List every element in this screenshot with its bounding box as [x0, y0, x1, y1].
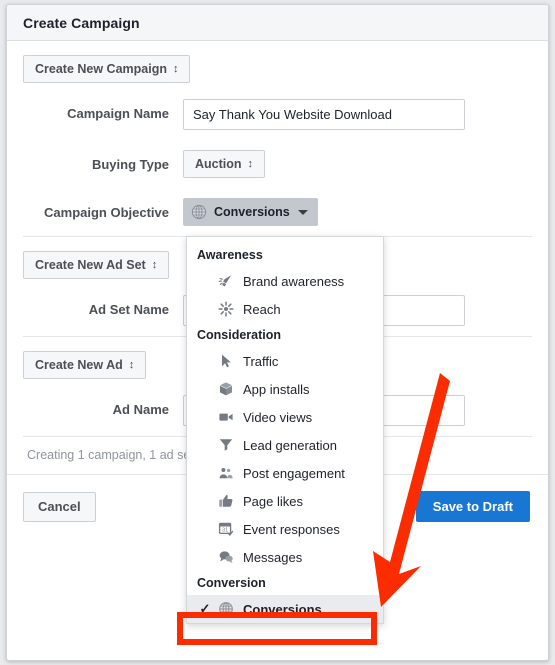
create-new-ad-set-label: Create New Ad Set	[35, 258, 146, 272]
campaign-name-input[interactable]	[183, 99, 465, 130]
create-new-campaign-selector[interactable]: Create New Campaign ↕	[23, 55, 191, 83]
menu-group-header: Conversion	[197, 576, 266, 590]
people-icon	[215, 465, 237, 481]
menu-item-label: Video views	[243, 409, 313, 425]
menu-item-post-engagement[interactable]: Post engagement	[187, 459, 383, 487]
thumbs-up-icon	[215, 493, 237, 509]
cursor-icon	[215, 353, 237, 369]
menu-group-header: Awareness	[197, 248, 263, 262]
updown-arrows-icon: ↕	[128, 358, 135, 371]
video-camera-icon	[215, 409, 237, 425]
menu-item-label: App installs	[243, 381, 310, 397]
globe-icon	[215, 601, 237, 617]
check-icon: ✓	[199, 601, 211, 616]
menu-item-event-responses[interactable]: 31 Event responses	[187, 515, 383, 543]
menu-item-video-views[interactable]: Video views	[187, 403, 383, 431]
campaign-name-row: Campaign Name	[7, 89, 548, 140]
create-new-ad-label: Create New Ad	[35, 358, 123, 372]
page-title: Create Campaign	[23, 14, 140, 31]
campaign-name-label: Campaign Name	[67, 106, 169, 121]
menu-item-label: Conversions	[243, 601, 322, 617]
menu-item-traffic[interactable]: Traffic	[187, 347, 383, 375]
globe-icon	[191, 204, 207, 220]
menu-item-label: Lead generation	[243, 437, 337, 453]
campaign-name-control	[183, 99, 532, 130]
buying-type-control: Auction ↕	[183, 150, 532, 178]
campaign-objective-label: Campaign Objective	[44, 205, 169, 220]
buying-type-label: Buying Type	[91, 157, 169, 172]
screenshot-root: Create Campaign Create New Campaign ↕ Ca…	[0, 0, 555, 665]
buying-type-selector[interactable]: Auction ↕	[183, 150, 266, 178]
create-new-ad-set-selector[interactable]: Create New Ad Set ↕	[23, 251, 170, 279]
buying-type-row: Buying Type Auction ↕	[7, 140, 548, 188]
menu-item-label: Traffic	[243, 353, 279, 369]
dialog-titlebar: Create Campaign	[7, 5, 548, 41]
campaign-section: Create New Campaign ↕ Campaign Name Buyi…	[7, 41, 548, 236]
menu-item-label: Brand awareness	[243, 273, 345, 289]
chevron-down-icon	[297, 209, 308, 215]
box-icon	[215, 381, 237, 397]
menu-item-label: Event responses	[243, 521, 340, 537]
campaign-objective-control: Conversions	[183, 198, 532, 226]
menu-item-label: Messages	[243, 549, 303, 565]
updown-arrows-icon: ↕	[172, 62, 179, 75]
create-new-campaign-label: Create New Campaign	[35, 62, 167, 76]
megaphone-icon	[215, 273, 237, 289]
menu-item-label: Page likes	[243, 493, 303, 509]
campaign-objective-dropdown-trigger[interactable]: Conversions	[183, 198, 318, 226]
menu-item-reach[interactable]: Reach	[187, 295, 383, 323]
menu-item-brand-awareness[interactable]: Brand awareness	[187, 267, 383, 295]
menu-item-label: Reach	[243, 301, 281, 317]
menu-item-page-likes[interactable]: Page likes	[187, 487, 383, 515]
menu-item-label: Post engagement	[243, 465, 345, 481]
burst-icon	[215, 301, 237, 317]
create-new-ad-selector[interactable]: Create New Ad ↕	[23, 351, 147, 379]
campaign-objective-row: Campaign Objective Conversions	[7, 188, 548, 236]
campaign-selector-row: Create New Campaign ↕	[7, 41, 548, 89]
funnel-icon	[215, 437, 237, 453]
cancel-button[interactable]: Cancel	[23, 491, 96, 522]
campaign-objective-dropdown-menu[interactable]: Awareness Brand awareness Reach Considerati…	[186, 236, 384, 624]
ad-name-label: Ad Name	[112, 402, 169, 417]
buying-type-value: Auction	[195, 157, 242, 171]
menu-item-lead-generation[interactable]: Lead generation	[187, 431, 383, 459]
ad-set-name-label: Ad Set Name	[88, 302, 169, 317]
menu-group-header: Consideration	[197, 328, 282, 342]
menu-item-messages[interactable]: Messages	[187, 543, 383, 571]
updown-arrows-icon: ↕	[247, 157, 254, 170]
calendar-31-icon: 31	[215, 521, 237, 537]
campaign-objective-value: Conversions	[214, 205, 290, 219]
save-to-draft-button[interactable]: Save to Draft	[415, 491, 530, 522]
menu-item-conversions[interactable]: ✓ Conversions	[187, 595, 383, 623]
menu-item-app-installs[interactable]: App installs	[187, 375, 383, 403]
updown-arrows-icon: ↕	[151, 258, 158, 271]
svg-text:31: 31	[222, 528, 228, 534]
speech-bubbles-icon	[215, 549, 237, 565]
